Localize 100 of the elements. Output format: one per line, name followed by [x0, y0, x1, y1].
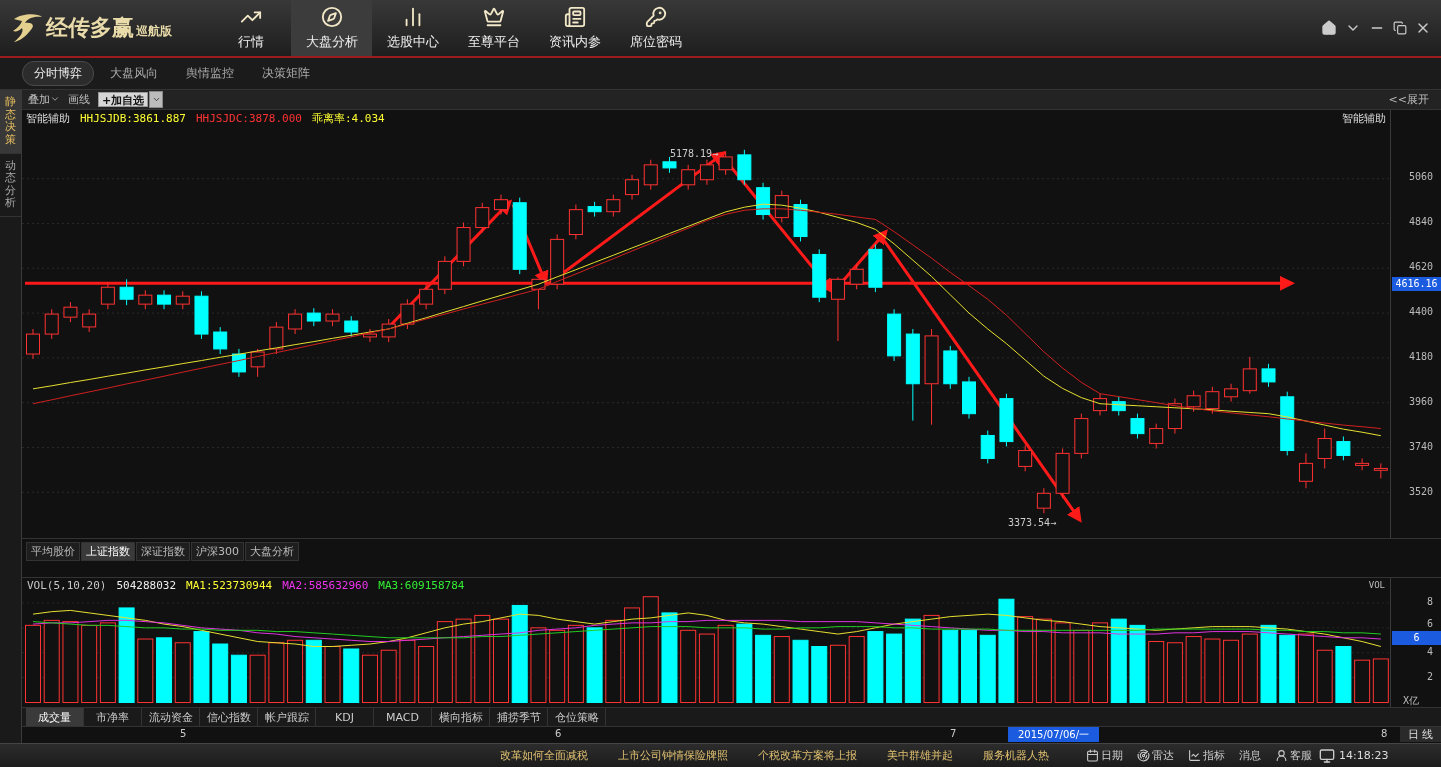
candlestick — [1167, 397, 1182, 434]
volume-bar — [698, 633, 715, 703]
news-ticker-item[interactable]: 美中群雄并起 — [887, 748, 953, 763]
candlestick — [531, 278, 546, 310]
indicator-tab[interactable]: 市净率 — [84, 708, 142, 727]
candlestick — [1055, 447, 1070, 499]
volume-bar — [1354, 659, 1371, 703]
volume-bar — [137, 638, 154, 703]
indicator-tab[interactable]: 仓位策略 — [548, 708, 606, 727]
candlestick — [362, 328, 377, 343]
key-icon — [644, 5, 667, 28]
status-button[interactable]: 指标 — [1181, 748, 1232, 763]
volume-bar — [886, 633, 903, 703]
status-button[interactable]: 客服 — [1268, 748, 1319, 763]
candlestick — [231, 348, 246, 378]
nav-tab[interactable]: 席位密码 — [615, 0, 696, 56]
expand-button[interactable]: <<展开 — [1382, 90, 1435, 108]
candlestick — [1298, 452, 1313, 489]
news-ticker-item[interactable]: 改革如何全面减税 — [500, 748, 588, 763]
axis-label: 5 — [180, 728, 187, 740]
volume-bar — [249, 654, 266, 703]
volume-bar — [1316, 649, 1333, 703]
status-button[interactable]: 消息 — [1232, 748, 1268, 763]
sub-tab[interactable]: 分时博弈 — [22, 61, 94, 86]
volume-bar — [1166, 641, 1183, 703]
axis-label: 5060 — [1408, 170, 1433, 182]
nav-tab[interactable]: 选股中心 — [372, 0, 453, 56]
low-price-label: 3373.54→ — [1008, 516, 1057, 528]
side-tab[interactable]: 动态分析 — [0, 153, 21, 218]
news-ticker-item[interactable]: 个税改革方案将上报 — [758, 748, 857, 763]
indicator-tab[interactable]: 捕捞季节 — [490, 708, 548, 727]
candlestick — [1018, 444, 1033, 472]
restore-icon[interactable] — [1393, 21, 1407, 35]
candlestick — [456, 221, 471, 267]
axis-label: 4 — [1426, 645, 1433, 657]
volume-bar — [305, 639, 322, 703]
candlestick — [1111, 396, 1126, 416]
indicator-tab[interactable]: 成交量 — [26, 708, 84, 727]
indicator-name: 智能辅助 — [1342, 111, 1386, 127]
news-ticker-item[interactable]: 服务机器人热 — [983, 748, 1049, 763]
volume-bar — [1335, 645, 1352, 703]
home-icon[interactable] — [1321, 20, 1337, 36]
overlay-button[interactable]: 叠加 — [28, 91, 60, 107]
index-tab[interactable]: 沪深300 — [191, 541, 244, 561]
candlestick — [1373, 462, 1388, 479]
side-tab[interactable]: 静态决策 — [0, 90, 21, 154]
index-tab[interactable]: 平均股价 — [26, 541, 80, 561]
indicator-tab[interactable]: 信心指数 — [200, 708, 258, 727]
candlestick — [1205, 386, 1220, 414]
candlestick — [494, 193, 508, 215]
index-tab[interactable]: 深证指数 — [136, 541, 190, 561]
axis-label: 4180 — [1408, 350, 1433, 362]
candlestick — [1130, 413, 1145, 439]
index-tab[interactable]: 上证指数 — [81, 541, 135, 561]
axis-label: 6 — [555, 728, 562, 740]
sub-tab[interactable]: 决策矩阵 — [250, 61, 322, 86]
status-button[interactable]: 日期 — [1079, 748, 1130, 763]
news-ticker-item[interactable]: 上市公司钟情保险牌照 — [618, 748, 728, 763]
volume-legend: VOL(5,10,20) — [27, 578, 107, 592]
nav-tab[interactable]: 大盘分析 — [291, 0, 372, 56]
axis-label: 8 — [1381, 728, 1388, 740]
radar-icon — [1137, 749, 1150, 762]
volume-bar — [979, 634, 996, 703]
candlestick — [437, 255, 452, 295]
index-tab[interactable]: 大盘分析 — [245, 541, 299, 561]
dropdown-button[interactable] — [149, 90, 164, 108]
sub-tab[interactable]: 大盘风向 — [98, 61, 170, 86]
volume-bar — [1279, 634, 1296, 703]
indicator-tab[interactable]: MACD — [374, 708, 432, 727]
line-chart-icon — [1188, 749, 1201, 762]
volume-bar — [324, 645, 341, 703]
candlestick — [138, 289, 153, 310]
nav-tab[interactable]: 资讯内参 — [534, 0, 615, 56]
sub-tab[interactable]: 舆情监控 — [174, 61, 246, 86]
candlestick — [1317, 427, 1332, 469]
candlestick — [962, 376, 976, 419]
candlestick — [157, 289, 172, 310]
volume-bar — [361, 654, 378, 703]
high-price-label: 5178.19→ — [670, 147, 719, 159]
candlestick — [100, 281, 115, 310]
draw-line-button[interactable]: 画线 — [68, 91, 90, 107]
candlestick — [475, 202, 490, 233]
indicator-tab[interactable]: KDJ — [316, 708, 374, 727]
axis-label: 3960 — [1408, 395, 1433, 407]
status-button[interactable]: 雷达 — [1130, 748, 1181, 763]
nav-tab[interactable]: 至尊平台 — [453, 0, 534, 56]
indicator-tab[interactable]: 帐户跟踪 — [258, 708, 316, 727]
nav-tab[interactable]: 行情 — [210, 0, 291, 56]
candlestick — [213, 326, 228, 355]
axis-label: 4620 — [1408, 260, 1433, 272]
period-button[interactable]: 日 线 — [1399, 727, 1441, 743]
candlestick — [175, 290, 190, 310]
logo-edition: 巡航版 — [136, 22, 172, 40]
chart-title: VOL — [1368, 580, 1385, 591]
volume-bar — [343, 648, 360, 703]
indicator-tab[interactable]: 横向指标 — [432, 708, 490, 727]
volume-bar — [268, 641, 285, 703]
indicator-tab[interactable]: 流动资金 — [142, 708, 200, 727]
candlestick — [1074, 413, 1089, 459]
add-watchlist-button[interactable]: +加自选 — [98, 91, 149, 107]
